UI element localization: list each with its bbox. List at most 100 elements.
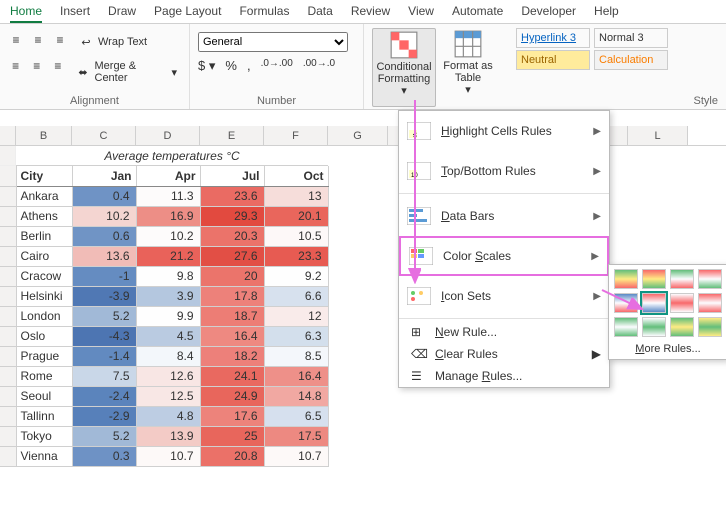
tab-formulas[interactable]: Formulas	[239, 4, 289, 23]
merge-center-button[interactable]: ⬌Merge & Center ▾	[71, 58, 181, 86]
data-cell[interactable]: 4.8	[136, 406, 200, 426]
city-cell[interactable]: Ankara	[16, 186, 72, 206]
col-header-F[interactable]: F	[264, 126, 328, 145]
align-left-icon[interactable]: ≡	[8, 58, 23, 74]
data-cell[interactable]: 8.5	[264, 346, 328, 366]
style-calculation[interactable]: Calculation	[594, 50, 668, 70]
align-top-icon[interactable]: ≡	[8, 32, 24, 48]
data-cell[interactable]: 0.4	[72, 186, 136, 206]
color-scale-preset[interactable]	[670, 317, 694, 337]
data-cell[interactable]: 13.9	[136, 426, 200, 446]
color-scale-preset[interactable]	[642, 293, 666, 313]
style-hyperlink[interactable]: Hyperlink 3	[516, 28, 590, 48]
col-header-L[interactable]: L	[628, 126, 688, 145]
data-cell[interactable]: 17.8	[200, 286, 264, 306]
cf-top-bottom[interactable]: 10 Top/Bottom Rules▶	[399, 151, 609, 191]
data-cell[interactable]: 20.8	[200, 446, 264, 466]
data-cell[interactable]: 10.7	[264, 446, 328, 466]
data-cell[interactable]: 27.6	[200, 246, 264, 266]
data-cell[interactable]: 12.6	[136, 366, 200, 386]
tab-developer[interactable]: Developer	[521, 4, 576, 23]
city-cell[interactable]: Oslo	[16, 326, 72, 346]
tab-draw[interactable]: Draw	[108, 4, 136, 23]
header-jan[interactable]: Jan	[72, 166, 136, 186]
align-center-icon[interactable]: ≡	[29, 58, 44, 74]
wrap-text-button[interactable]: ↩Wrap Text	[74, 32, 151, 52]
data-cell[interactable]: 13	[264, 186, 328, 206]
color-scale-preset[interactable]	[614, 317, 638, 337]
data-cell[interactable]: 6.3	[264, 326, 328, 346]
select-all-corner[interactable]	[0, 126, 16, 145]
percent-icon[interactable]: %	[225, 58, 237, 74]
data-cell[interactable]: 10.2	[136, 226, 200, 246]
align-right-icon[interactable]: ≡	[50, 58, 65, 74]
data-cell[interactable]: 4.5	[136, 326, 200, 346]
data-cell[interactable]: 10.7	[136, 446, 200, 466]
city-cell[interactable]: Seoul	[16, 386, 72, 406]
city-cell[interactable]: Rome	[16, 366, 72, 386]
city-cell[interactable]: London	[16, 306, 72, 326]
data-cell[interactable]: 11.3	[136, 186, 200, 206]
color-scale-preset[interactable]	[698, 269, 722, 289]
data-cell[interactable]: 24.9	[200, 386, 264, 406]
number-format-select[interactable]: General	[198, 32, 348, 52]
data-cell[interactable]: 6.6	[264, 286, 328, 306]
data-cell[interactable]: 20	[200, 266, 264, 286]
city-cell[interactable]: Athens	[16, 206, 72, 226]
color-scale-preset[interactable]	[670, 269, 694, 289]
data-cell[interactable]: 3.9	[136, 286, 200, 306]
increase-decimal-icon[interactable]: .0→.00	[261, 58, 293, 74]
more-rules[interactable]: More Rules...	[613, 337, 723, 355]
city-cell[interactable]: Prague	[16, 346, 72, 366]
comma-icon[interactable]: ,	[247, 58, 251, 74]
color-scale-preset[interactable]	[614, 293, 638, 313]
data-cell[interactable]: 8.4	[136, 346, 200, 366]
data-cell[interactable]: 16.4	[200, 326, 264, 346]
city-cell[interactable]: Vienna	[16, 446, 72, 466]
data-cell[interactable]: 20.3	[200, 226, 264, 246]
tab-insert[interactable]: Insert	[60, 4, 90, 23]
data-cell[interactable]: 5.2	[72, 306, 136, 326]
col-header-G[interactable]: G	[328, 126, 388, 145]
col-header-C[interactable]: C	[72, 126, 136, 145]
style-normal[interactable]: Normal 3	[594, 28, 668, 48]
align-mid-icon[interactable]: ≡	[30, 32, 46, 48]
col-header-B[interactable]: B	[16, 126, 72, 145]
conditional-formatting-button[interactable]: Conditional Formatting ▾	[372, 28, 436, 107]
tab-view[interactable]: View	[408, 4, 434, 23]
tab-home[interactable]: Home	[10, 4, 42, 23]
data-cell[interactable]: 6.5	[264, 406, 328, 426]
accounting-icon[interactable]: $ ▾	[198, 58, 215, 74]
data-cell[interactable]: -1	[72, 266, 136, 286]
data-cell[interactable]: -2.9	[72, 406, 136, 426]
decrease-decimal-icon[interactable]: .00→.0	[303, 58, 335, 74]
format-as-table-button[interactable]: Format as Table ▾	[436, 28, 500, 107]
data-cell[interactable]: 0.3	[72, 446, 136, 466]
cf-manage-rules[interactable]: ☰Manage Rules...	[399, 365, 609, 387]
header-jul[interactable]: Jul	[200, 166, 264, 186]
cf-highlight-cells[interactable]: ≤ HHighlight Cells Rulesighlight Cells R…	[399, 111, 609, 151]
data-cell[interactable]: 25	[200, 426, 264, 446]
data-cell[interactable]: 12.5	[136, 386, 200, 406]
align-bot-icon[interactable]: ≡	[52, 32, 68, 48]
data-cell[interactable]: 9.8	[136, 266, 200, 286]
cf-color-scales[interactable]: Color Scales▶	[399, 236, 609, 276]
col-header-E[interactable]: E	[200, 126, 264, 145]
data-cell[interactable]: 17.6	[200, 406, 264, 426]
cf-icon-sets[interactable]: Icon Sets▶	[399, 276, 609, 316]
data-cell[interactable]: 17.5	[264, 426, 328, 446]
col-header-D[interactable]: D	[136, 126, 200, 145]
tab-help[interactable]: Help	[594, 4, 619, 23]
data-cell[interactable]: 23.3	[264, 246, 328, 266]
data-cell[interactable]: 16.4	[264, 366, 328, 386]
city-cell[interactable]: Tokyo	[16, 426, 72, 446]
data-cell[interactable]: 20.1	[264, 206, 328, 226]
data-cell[interactable]: 16.9	[136, 206, 200, 226]
data-cell[interactable]: 23.6	[200, 186, 264, 206]
data-cell[interactable]: 9.2	[264, 266, 328, 286]
data-cell[interactable]: 14.8	[264, 386, 328, 406]
header-apr[interactable]: Apr	[136, 166, 200, 186]
color-scale-preset[interactable]	[698, 317, 722, 337]
tab-review[interactable]: Review	[351, 4, 390, 23]
color-scale-preset[interactable]	[642, 317, 666, 337]
